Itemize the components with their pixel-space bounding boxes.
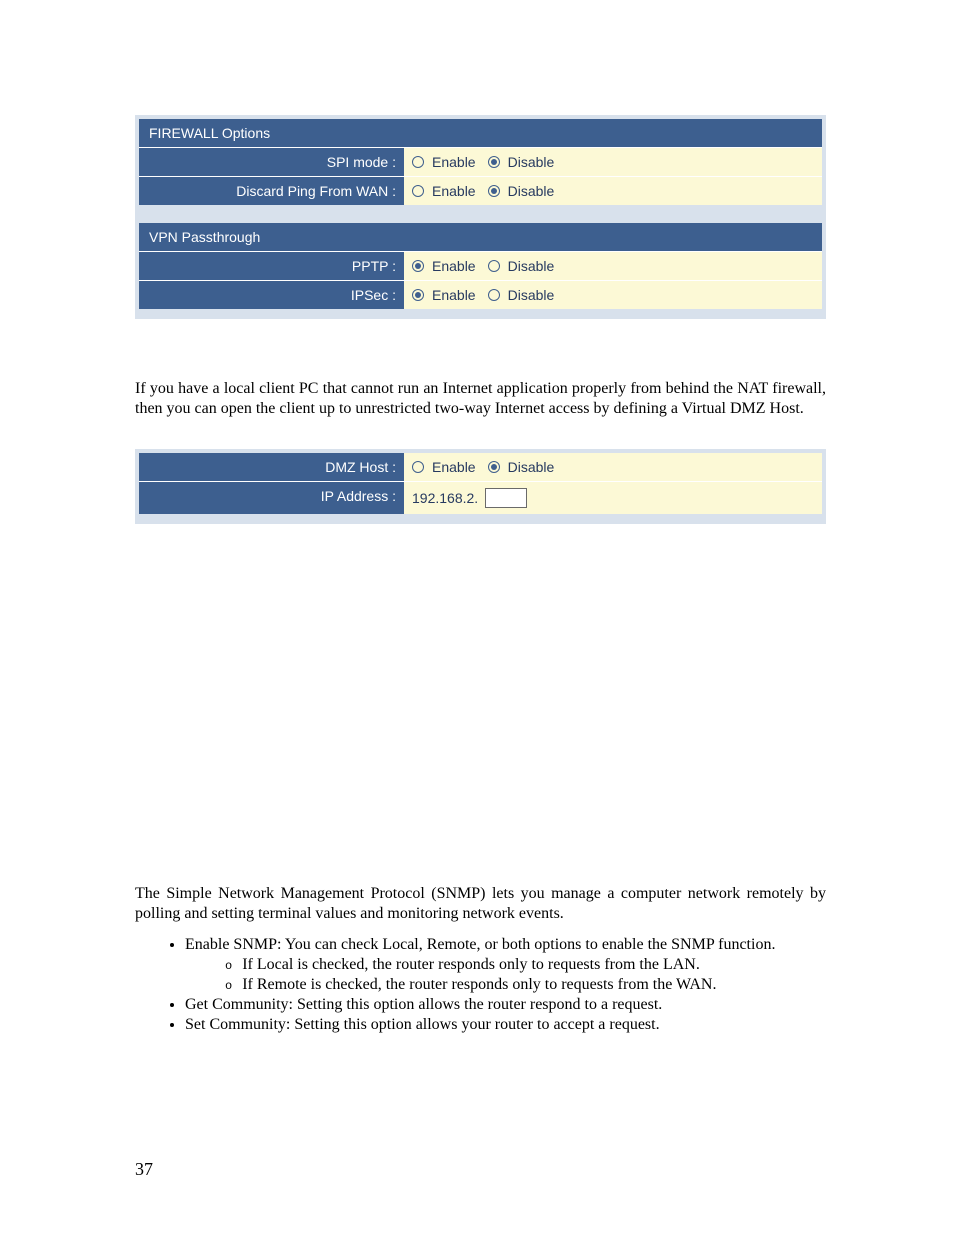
pptp-enable-label: Enable <box>432 258 476 274</box>
dmz-ip-input[interactable] <box>485 488 527 508</box>
dmz-enable-radio[interactable] <box>412 461 424 473</box>
snmp-sub-local: If Local is checked, the router responds… <box>225 956 826 974</box>
spi-disable-label: Disable <box>508 154 555 170</box>
snmp-bullet-set: Set Community: Setting this option allow… <box>185 1016 826 1034</box>
snmp-intro: The Simple Network Management Protocol (… <box>135 884 826 924</box>
firewall-panel: FIREWALL Options SPI mode : Enable Disab… <box>135 115 826 319</box>
spi-row: SPI mode : Enable Disable <box>139 147 822 176</box>
panel-gap <box>139 205 822 223</box>
spi-disable-radio[interactable] <box>488 156 500 168</box>
dmz-enable-label: Enable <box>432 459 476 475</box>
discard-enable-radio[interactable] <box>412 185 424 197</box>
page-number: 37 <box>135 1159 153 1180</box>
dmz-ip-prefix: 192.168.2. <box>412 490 478 506</box>
dmz-host-label: DMZ Host : <box>139 453 404 481</box>
ipsec-enable-label: Enable <box>432 287 476 303</box>
snmp-bullet-enable-text: Enable SNMP: You can check Local, Remote… <box>185 936 775 953</box>
firewall-header: FIREWALL Options <box>139 119 822 147</box>
discard-row: Discard Ping From WAN : Enable Disable <box>139 176 822 205</box>
ipsec-disable-label: Disable <box>508 287 555 303</box>
discard-value: Enable Disable <box>404 177 822 205</box>
ipsec-disable-radio[interactable] <box>488 289 500 301</box>
discard-label: Discard Ping From WAN : <box>139 177 404 205</box>
snmp-sub-bullets: If Local is checked, the router responds… <box>225 956 826 994</box>
ipsec-label: IPSec : <box>139 281 404 309</box>
snmp-bullet-get: Get Community: Setting this option allow… <box>185 996 826 1014</box>
pptp-disable-radio[interactable] <box>488 260 500 272</box>
dmz-disable-radio[interactable] <box>488 461 500 473</box>
ipsec-value: Enable Disable <box>404 281 822 309</box>
dmz-disable-label: Disable <box>508 459 555 475</box>
discard-disable-label: Disable <box>508 183 555 199</box>
pptp-label: PPTP : <box>139 252 404 280</box>
dmz-host-value: Enable Disable <box>404 453 822 481</box>
pptp-enable-radio[interactable] <box>412 260 424 272</box>
discard-enable-label: Enable <box>432 183 476 199</box>
dmz-ip-label: IP Address : <box>139 482 404 514</box>
spi-value: Enable Disable <box>404 148 822 176</box>
dmz-ip-value: 192.168.2. <box>404 482 822 514</box>
spi-label: SPI mode : <box>139 148 404 176</box>
spi-enable-radio[interactable] <box>412 156 424 168</box>
ipsec-enable-radio[interactable] <box>412 289 424 301</box>
spi-enable-label: Enable <box>432 154 476 170</box>
dmz-host-row: DMZ Host : Enable Disable <box>139 453 822 481</box>
dmz-intro: If you have a local client PC that canno… <box>135 379 826 419</box>
vpn-header: VPN Passthrough <box>139 223 822 251</box>
pptp-value: Enable Disable <box>404 252 822 280</box>
snmp-bullets: Enable SNMP: You can check Local, Remote… <box>185 936 826 1034</box>
dmz-ip-row: IP Address : 192.168.2. <box>139 481 822 514</box>
pptp-row: PPTP : Enable Disable <box>139 251 822 280</box>
dmz-panel: DMZ Host : Enable Disable IP Address : 1… <box>135 449 826 524</box>
pptp-disable-label: Disable <box>508 258 555 274</box>
snmp-bullet-enable: Enable SNMP: You can check Local, Remote… <box>185 936 826 994</box>
ipsec-row: IPSec : Enable Disable <box>139 280 822 309</box>
discard-disable-radio[interactable] <box>488 185 500 197</box>
snmp-sub-remote: If Remote is checked, the router respond… <box>225 976 826 994</box>
